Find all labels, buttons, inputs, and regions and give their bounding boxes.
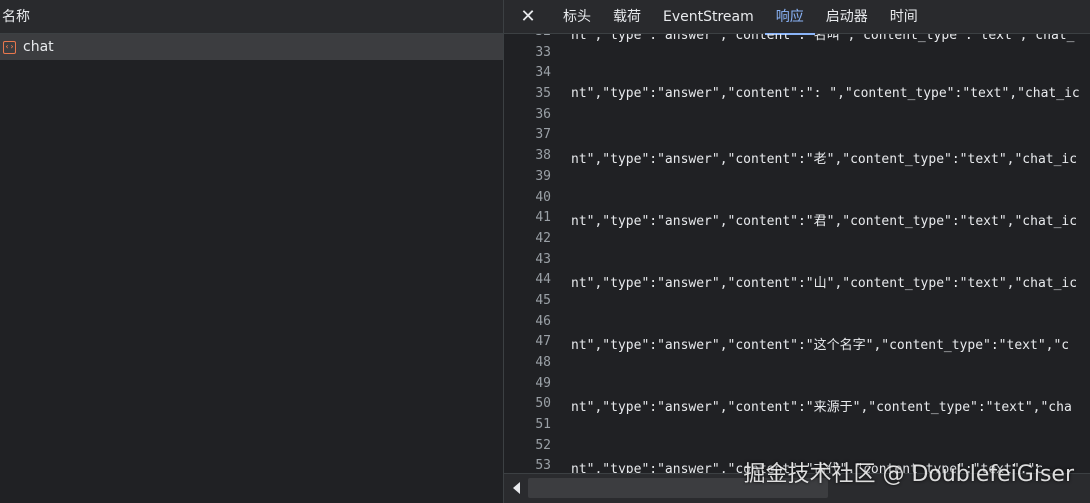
code-line: 37 <box>504 125 1090 146</box>
scroll-left-icon[interactable] <box>513 482 520 494</box>
tab-initiator[interactable]: 启动器 <box>815 0 879 34</box>
request-row-chat[interactable]: ‹› chat <box>0 34 503 60</box>
line-text: nt","type":"answer","content":"来源于","con… <box>571 400 1072 416</box>
line-number: 52 <box>535 437 551 453</box>
code-line: 49 <box>504 374 1090 395</box>
code-line: 46 <box>504 312 1090 333</box>
code-line: 38 nt","type":"answer","content":"老","con… <box>504 146 1090 167</box>
code-line: 36 <box>504 105 1090 126</box>
code-line: 43 <box>504 250 1090 271</box>
line-number: 53 <box>535 458 551 474</box>
request-name: chat <box>23 39 54 55</box>
line-number: 45 <box>535 292 551 308</box>
tab-payload[interactable]: 载荷 <box>602 0 652 34</box>
line-number: 49 <box>535 375 551 391</box>
line-number: 47 <box>535 334 551 350</box>
line-number: 35 <box>535 86 551 102</box>
name-column-header[interactable]: 名称 <box>0 0 503 34</box>
code-line: 40 <box>504 188 1090 209</box>
code-line: 41 nt","type":"answer","content":"君","con… <box>504 208 1090 229</box>
code-line: 52 <box>504 436 1090 457</box>
line-number: 41 <box>535 210 551 226</box>
tab-timing[interactable]: 时间 <box>879 0 929 34</box>
details-tab-bar: ✕ 标头 载荷 EventStream 响应 启动器 时间 <box>504 0 1090 35</box>
line-number: 43 <box>535 251 551 267</box>
fetch-icon: ‹› <box>3 40 16 54</box>
line-number: 44 <box>535 272 551 288</box>
line-number: 32 <box>504 34 551 39</box>
line-number: 48 <box>535 355 551 370</box>
line-number: 38 <box>535 148 551 164</box>
line-number: 42 <box>535 230 551 246</box>
tab-eventstream[interactable]: EventStream <box>652 0 765 34</box>
code-line: 39 <box>504 167 1090 188</box>
code-line: 50 nt","type":"answer","content":"来源于","c… <box>504 394 1090 415</box>
line-number: 34 <box>535 65 551 81</box>
line-number: 33 <box>535 44 551 60</box>
line-text: nt","type":"answer","content":"山","conte… <box>571 276 1078 292</box>
line-number: 46 <box>535 313 551 329</box>
code-line: 33 <box>504 43 1090 64</box>
line-text: nt","type":"answer","content":"这个名字","co… <box>571 338 1070 354</box>
line-number: 36 <box>535 106 551 122</box>
line-text: nt","type":"answer","content":"名叫","cont… <box>571 34 1075 43</box>
watermark: 掘金技术社区 @ DoublefeiGiser <box>743 462 1074 487</box>
code-line: 47 nt","type":"answer","content":"这个名字","… <box>504 332 1090 353</box>
line-text: nt","type":"answer","content":"君","conte… <box>571 214 1078 230</box>
tab-response[interactable]: 响应 <box>764 0 815 35</box>
code-line: 45 <box>504 291 1090 312</box>
tab-headers[interactable]: 标头 <box>552 0 602 34</box>
line-text: nt","type":"answer","content":"老","conte… <box>571 152 1078 168</box>
line-number: 40 <box>535 189 551 205</box>
code-line: 35 nt","type":"answer","content":": ","co… <box>504 84 1090 105</box>
code-line: 44 nt","type":"answer","content":"山","con… <box>504 270 1090 291</box>
code-line: 42 <box>504 229 1090 250</box>
close-icon[interactable]: ✕ <box>504 0 552 34</box>
line-number: 37 <box>535 127 551 143</box>
line-text: nt","type":"answer","content":": ","cont… <box>571 86 1080 102</box>
code-line: 34 <box>504 63 1090 84</box>
code-line: 32 nt","type":"answer","content":"名叫","co… <box>504 34 1090 43</box>
response-body[interactable]: 32 nt","type":"answer","content":"名叫","co… <box>504 34 1090 474</box>
request-list-panel: 名称 ‹› chat <box>0 0 504 503</box>
line-number: 39 <box>535 168 551 184</box>
line-number: 50 <box>535 396 551 412</box>
code-line: 48 <box>504 353 1090 374</box>
code-line: 51 <box>504 415 1090 436</box>
line-number: 51 <box>535 417 551 433</box>
details-panel: ✕ 标头 载荷 EventStream 响应 启动器 时间 32 nt","typ… <box>504 0 1090 503</box>
